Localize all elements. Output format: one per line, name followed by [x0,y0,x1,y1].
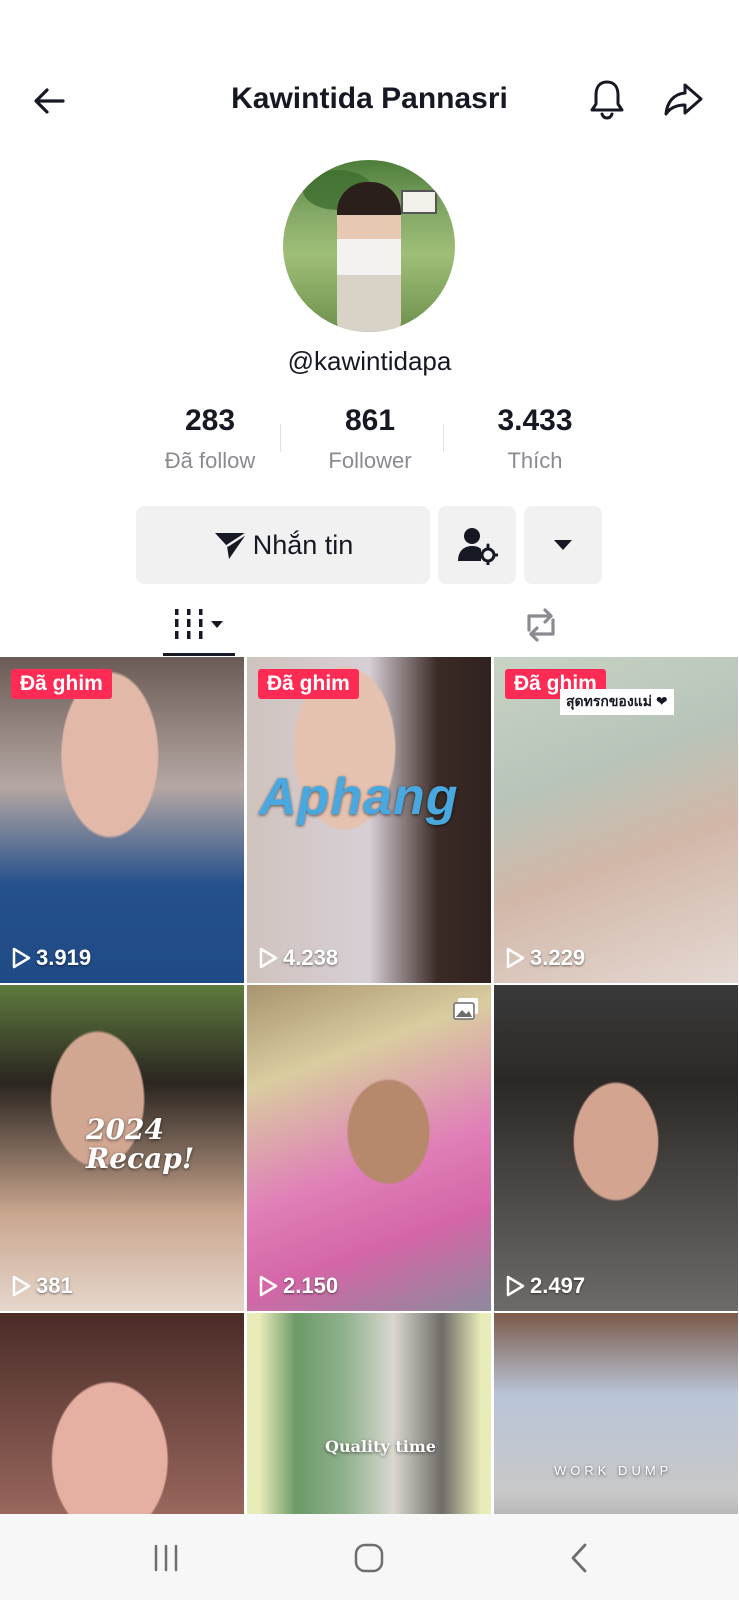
tab-active-indicator [163,653,235,656]
profile-handle: @kawintidapa [287,346,452,376]
play-icon [506,947,525,969]
pinned-badge: Đã ghim [11,669,112,699]
profile-header: Kawintida Pannasri [0,62,739,137]
view-count-value: 2.150 [283,1273,339,1298]
view-count-value: 381 [36,1273,73,1298]
play-icon [12,1275,31,1297]
video-thumbnail[interactable]: 2024 Recap! 381 [0,985,244,1311]
view-count: 3.919 [11,945,91,971]
play-icon [259,1275,278,1297]
user-settings-icon [458,528,498,565]
recent-apps-icon [154,1544,178,1572]
profile-tabs [0,594,739,656]
stat-followers-value: 861 [344,404,396,437]
caret-down-icon [554,540,572,550]
play-icon [12,947,31,969]
notification-button[interactable] [584,76,630,122]
stat-followers[interactable]: 861 Follower [300,404,440,474]
play-icon [259,947,278,969]
system-navigation-bar [0,1514,739,1600]
message-button-label: Nhắn tin [252,529,354,560]
stat-following-label: Đã follow [164,448,256,473]
chevron-left-icon [571,1543,587,1573]
profile-avatar[interactable] [283,160,455,332]
view-count: 381 [11,1273,73,1299]
caption-sticker: สุดทรกของแม่ ❤ [560,689,674,715]
system-back-button[interactable] [556,1536,602,1580]
stat-likes-value: 3.433 [497,404,573,437]
view-count: 4.238 [258,945,338,971]
stat-divider [280,424,281,452]
profile-stats: 283 Đã follow 861 Follower 3.433 Thích [140,404,600,484]
pinned-badge: Đã ghim [258,669,359,699]
message-button[interactable]: Nhắn tin [136,506,430,584]
stat-likes-label: Thích [507,448,563,473]
photo-icon [453,998,478,1020]
share-icon [664,83,703,116]
video-grid: Đã ghim 3.919 Đã ghim Aphang 4.238 Đã gh… [0,657,739,1600]
stat-divider [443,424,444,452]
home-icon [354,1543,384,1573]
home-button[interactable] [346,1536,392,1580]
bell-icon [590,80,624,120]
more-options-button[interactable] [524,506,602,584]
view-count: 2.497 [505,1273,585,1299]
avatar-person [337,182,401,332]
view-count-value: 3.229 [530,945,586,970]
stat-followers-label: Follower [328,448,412,473]
caption-text: Quality time [325,1437,436,1456]
profile-actions: Nhắn tin [136,506,606,584]
stat-likes[interactable]: 3.433 Thích [465,404,605,474]
view-count: 2.150 [258,1273,338,1299]
tab-reposts[interactable] [505,594,577,656]
stat-following-value: 283 [184,404,236,437]
view-count-value: 2.497 [530,1273,586,1298]
recent-apps-button[interactable] [141,1538,191,1578]
view-count: 3.229 [505,945,585,971]
view-count-value: 4.238 [283,945,339,970]
video-thumbnail[interactable]: 2.150 [247,985,491,1311]
avatar-sign [401,190,437,214]
stat-following[interactable]: 283 Đã follow [140,404,280,474]
video-thumbnail[interactable]: 2.497 [494,985,738,1311]
send-icon [214,531,248,559]
video-thumbnail[interactable]: Đã ghim 3.919 [0,657,244,983]
repost-icon [527,608,555,642]
view-count-value: 3.919 [36,945,92,970]
grid-icon [175,609,223,639]
play-icon [506,1275,525,1297]
video-thumbnail[interactable]: Đã ghim สุดทรกของแม่ ❤ 3.229 [494,657,738,983]
caption-text: WORK DUMP [554,1463,673,1478]
friend-settings-button[interactable] [438,506,516,584]
watermark-text: Aphang [259,768,459,826]
video-thumbnail[interactable]: Đã ghim Aphang 4.238 [247,657,491,983]
tab-videos[interactable] [163,594,235,656]
caption-text: 2024 Recap! [86,1113,195,1176]
share-button[interactable] [660,76,706,122]
